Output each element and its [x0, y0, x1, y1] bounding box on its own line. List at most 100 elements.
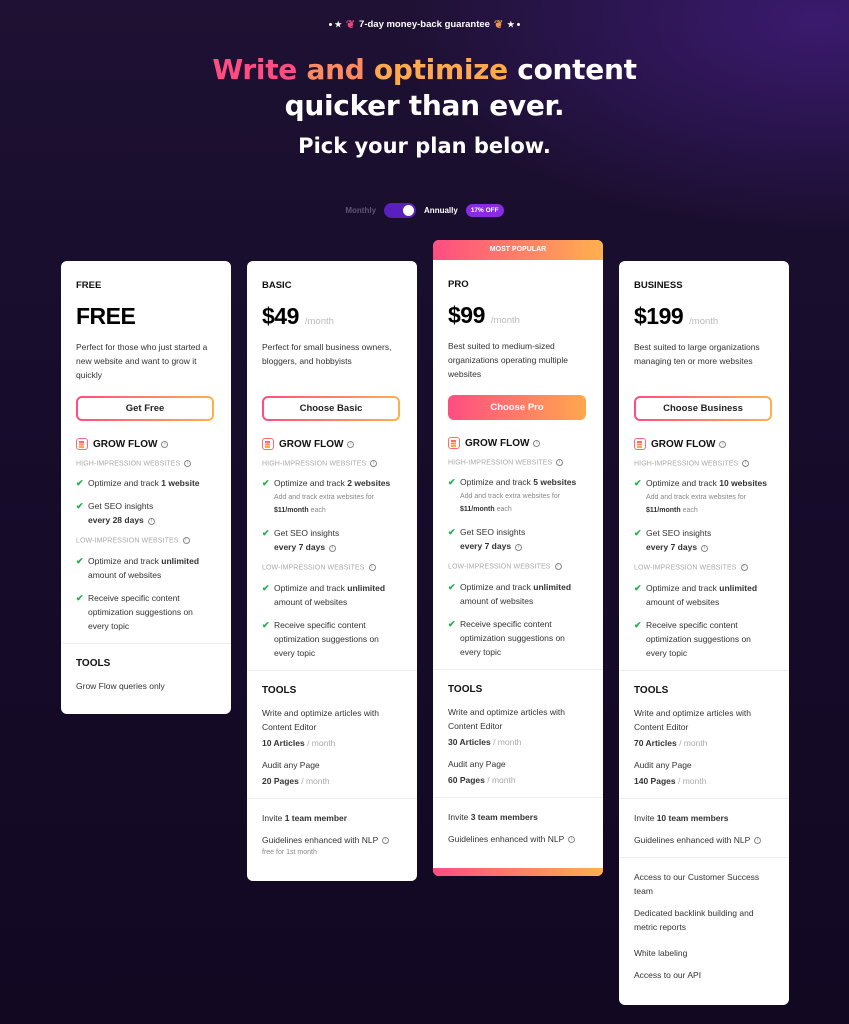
- feature-item: ✔ Receive specific content optimization s…: [262, 618, 402, 660]
- quota-period: / month: [487, 774, 516, 785]
- info-icon[interactable]: i: [184, 460, 192, 467]
- price-amount: $49: [262, 303, 299, 329]
- monthly-label[interactable]: Monthly: [345, 206, 376, 215]
- grow-flow-label: GROW FLOW: [465, 437, 530, 449]
- low-impression-label: LOW-IMPRESSION WEBSITES: [634, 564, 737, 572]
- section-label: LOW-IMPRESSION WEBSITES i: [634, 564, 774, 572]
- info-icon[interactable]: i: [347, 440, 355, 448]
- grow-flow-heading: GROW FLOW i: [448, 437, 588, 449]
- info-icon[interactable]: i: [719, 440, 727, 448]
- check-icon: ✔: [262, 478, 270, 489]
- divider: [619, 856, 789, 858]
- feature-item: ✔ Optimize and track 1 website: [76, 476, 216, 490]
- guarantee-text: 7-day money-back guarantee: [359, 19, 490, 31]
- audit-page-text: Audit any Page: [634, 759, 692, 770]
- billing-toggle-switch[interactable]: [384, 203, 417, 218]
- feature-prefix: Optimize and track: [646, 582, 717, 593]
- check-icon: ✔: [262, 528, 270, 539]
- tools-text: Grow Flow queries only: [76, 680, 165, 691]
- plan-name: BASIC: [262, 280, 292, 291]
- info-icon[interactable]: i: [161, 440, 169, 448]
- feature-item: ✔ Receive specific content optimization s…: [634, 618, 774, 660]
- info-icon[interactable]: i: [742, 460, 750, 467]
- extra-sites-note: Add and track extra websites for $11/mont…: [646, 491, 774, 517]
- info-icon[interactable]: i: [515, 543, 523, 551]
- info-icon[interactable]: i: [147, 517, 155, 525]
- feature-text: Optimize and track unlimited amount of w…: [646, 581, 774, 609]
- info-icon[interactable]: i: [368, 564, 376, 572]
- plan-description: Best suited to medium-sized organization…: [448, 341, 569, 379]
- quota-period: / month: [493, 736, 522, 747]
- grow-flow-heading: GROW FLOW i: [262, 438, 402, 450]
- get-free-button[interactable]: Get Free: [76, 396, 214, 421]
- feature-item: ✔ Optimize and track 10 websites: [634, 476, 774, 490]
- info-icon[interactable]: i: [533, 439, 541, 447]
- feature-suffix: amount of websites: [646, 596, 720, 607]
- plan-description: Best suited to large organizations manag…: [634, 342, 760, 366]
- info-icon[interactable]: i: [701, 544, 709, 552]
- info-icon[interactable]: i: [182, 537, 190, 545]
- info-icon[interactable]: i: [556, 459, 564, 466]
- price-amount: FREE: [76, 303, 136, 329]
- extra-suffix: each: [496, 506, 512, 514]
- info-icon[interactable]: i: [382, 836, 390, 844]
- plan-name: FREE: [76, 280, 102, 291]
- laurel-right-icon: ❦: [493, 19, 504, 31]
- plan-description: Perfect for those who just started a new…: [76, 342, 208, 380]
- extra-prefix: Add and track extra websites for: [460, 493, 560, 501]
- dot-icon: [517, 23, 521, 26]
- feature-text: Optimize and track unlimited amount of w…: [460, 580, 588, 608]
- feature-item: ✔ Optimize and track 5 websites: [448, 475, 588, 489]
- feature-prefix: Optimize and track: [274, 478, 345, 489]
- annually-label[interactable]: Annually: [424, 206, 458, 215]
- grow-flow-heading: GROW FLOW i: [76, 438, 216, 450]
- info-icon[interactable]: i: [740, 564, 748, 572]
- check-icon: ✔: [76, 478, 84, 489]
- hero-word-optimize: optimize: [373, 53, 508, 86]
- divider: [247, 797, 417, 799]
- nlp-label: Guidelines enhanced with NLP: [262, 834, 379, 845]
- plan-name: BUSINESS: [634, 280, 683, 291]
- articles-quota: 10 Articles / month: [262, 736, 402, 750]
- choose-basic-button[interactable]: Choose Basic: [262, 396, 400, 421]
- info-icon[interactable]: i: [554, 563, 562, 571]
- billing-toggle-row: Monthly Annually 17% OFF: [0, 203, 849, 218]
- team-invite: Invite 1 team member: [262, 811, 402, 825]
- info-icon[interactable]: i: [370, 460, 378, 467]
- choose-business-button[interactable]: Choose Business: [634, 396, 772, 421]
- info-icon[interactable]: i: [754, 836, 762, 844]
- feature-item: ✔ Optimize and track unlimited amount of …: [262, 581, 402, 609]
- seo-insights-label: Get SEO insights: [274, 528, 340, 539]
- feature-prefix: Optimize and track: [274, 582, 345, 593]
- divider: [247, 669, 417, 671]
- discount-badge: 17% OFF: [465, 204, 504, 217]
- extra-feature: Dedicated backlink building and metric r…: [634, 907, 754, 932]
- feature-prefix: Optimize and track: [88, 555, 159, 566]
- feature-item: ✔ Get SEO insights every 7 days i: [448, 525, 588, 553]
- extra-price: $11/month: [460, 506, 495, 514]
- plan-card-free: FREE FREE Perfect for those who just sta…: [61, 261, 231, 714]
- team-count: 1 team member: [284, 812, 348, 823]
- check-icon: ✔: [634, 582, 642, 593]
- feature-text: Receive specific content optimization su…: [646, 619, 751, 658]
- articles-count: 70 Articles: [634, 737, 677, 748]
- invite-label: Invite: [262, 812, 283, 823]
- high-impression-label: HIGH-IMPRESSION WEBSITES: [448, 459, 553, 467]
- check-icon: ✔: [448, 618, 456, 629]
- nlp-label: Guidelines enhanced with NLP: [634, 834, 751, 845]
- quota-period: / month: [677, 775, 707, 786]
- plan-name: PRO: [448, 279, 469, 290]
- nlp-feature: Guidelines enhanced with NLP i: [634, 833, 774, 847]
- choose-pro-button[interactable]: Choose Pro: [448, 395, 586, 420]
- grow-flow-heading: GROW FLOW i: [634, 438, 774, 450]
- feature-prefix: Optimize and track: [460, 581, 531, 592]
- feature-item: ✔ Get SEO insights every 7 days i: [634, 526, 774, 554]
- toggle-knob: [403, 205, 415, 216]
- info-icon[interactable]: i: [568, 835, 576, 843]
- info-icon[interactable]: i: [329, 544, 337, 552]
- check-icon: ✔: [76, 501, 84, 512]
- section-label: HIGH-IMPRESSION WEBSITES i: [262, 460, 402, 467]
- pages-quota: 20 Pages / month: [262, 774, 402, 788]
- nlp-feature: Guidelines enhanced with NLP i: [448, 832, 588, 846]
- extra-price: $11/month: [274, 507, 309, 515]
